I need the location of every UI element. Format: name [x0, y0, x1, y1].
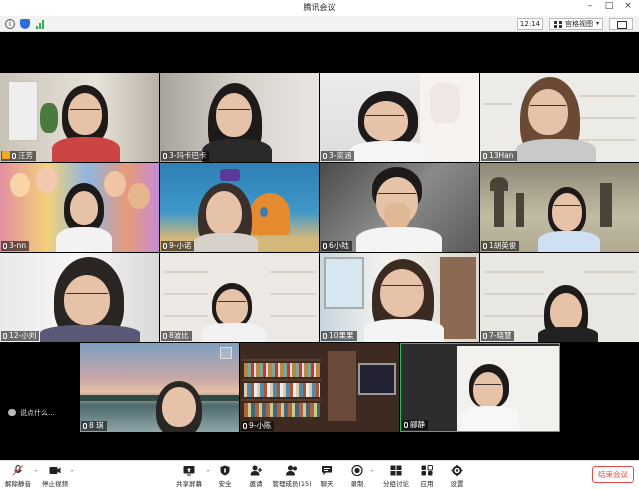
apps-grid-icon	[421, 465, 433, 476]
participant-label: 郦静	[402, 420, 428, 430]
manage-members-button[interactable]: 管理成员(15)	[272, 461, 312, 489]
apps-button[interactable]: 应用	[416, 461, 438, 489]
video-tile-active-speaker[interactable]: 郦静	[400, 343, 560, 432]
video-tile[interactable]: 3-玛卡巴卡	[160, 73, 319, 162]
record-options-arrow[interactable]: ^	[370, 461, 376, 489]
mic-icon	[483, 333, 487, 339]
minimize-icon[interactable]: –	[583, 1, 597, 11]
title-bar: 腾讯会议 – □ ×	[0, 0, 639, 16]
breakout-icon	[390, 465, 402, 476]
fullscreen-button[interactable]	[609, 18, 633, 30]
chevron-down-icon: ▾	[595, 20, 599, 27]
mic-icon	[323, 153, 327, 159]
video-tile[interactable]: 8波比	[160, 253, 319, 342]
participant-label: 3-玛卡巴卡	[161, 151, 210, 161]
video-tile[interactable]: 汪芳	[0, 73, 159, 162]
members-icon	[286, 465, 297, 476]
participant-label: 8波比	[161, 331, 192, 341]
end-meeting-button[interactable]: 结束会议	[592, 466, 634, 483]
share-screen-button[interactable]: 共享屏幕	[172, 461, 206, 489]
chevron-up-icon: ^	[370, 470, 375, 476]
maximize-icon[interactable]: □	[602, 1, 616, 11]
participant-label: 9-小陈	[241, 421, 275, 431]
video-tile[interactable]: 10果果	[320, 253, 479, 342]
participant-label: 6小陆	[321, 241, 352, 251]
video-tile[interactable]: 6小陆	[320, 163, 479, 252]
unmute-button[interactable]: 解除静音	[2, 461, 34, 489]
video-tile[interactable]: 1胡英俊	[480, 163, 639, 252]
meeting-toolbar: 解除静音 ^ 停止视频 ^ 共享屏幕 ^ 安全 邀请 管理成员(15) 聊天 录…	[0, 460, 639, 489]
chat-bubble-icon	[322, 466, 332, 475]
mic-icon	[243, 423, 247, 429]
share-options-arrow[interactable]: ^	[206, 461, 212, 489]
mic-icon	[12, 153, 16, 159]
mic-icon	[163, 243, 167, 249]
mic-icon	[483, 243, 487, 249]
view-mode-label: 宫格视图	[565, 20, 593, 28]
chevron-up-icon: ^	[70, 470, 75, 476]
mic-icon	[163, 333, 167, 339]
mic-icon	[323, 243, 327, 249]
video-tile[interactable]: 9-小诺	[160, 163, 319, 252]
record-button[interactable]: 录制	[346, 461, 368, 489]
signal-icon[interactable]	[36, 20, 45, 29]
mic-muted-icon	[12, 465, 24, 476]
status-bar: i 12:14 宫格视图 ▾	[0, 16, 639, 32]
participant-label: 7-晓慧	[481, 331, 515, 341]
mic-icon	[3, 243, 7, 249]
view-mode-selector[interactable]: 宫格视图 ▾	[549, 18, 603, 30]
video-tile[interactable]: 3-nn	[0, 163, 159, 252]
participant-label: 1胡英俊	[481, 241, 520, 251]
mic-icon	[483, 153, 487, 159]
video-tile[interactable]: 8 琪	[80, 343, 239, 432]
window-title: 腾讯会议	[303, 3, 336, 12]
meeting-window: 腾讯会议 – □ × i 12:14 宫格视图 ▾ 汪芳 3-玛卡巴卡 3-奕涵…	[0, 0, 639, 489]
shield-icon[interactable]	[20, 19, 30, 29]
participant-label: 10果果	[321, 331, 357, 341]
record-icon	[351, 465, 363, 476]
security-button[interactable]: 安全	[214, 461, 236, 489]
breakout-rooms-button[interactable]: 分组讨论	[380, 461, 412, 489]
video-tile[interactable]: 3-奕涵	[320, 73, 479, 162]
participant-label: 3-奕涵	[321, 151, 355, 161]
settings-button[interactable]: 设置	[446, 461, 468, 489]
chevron-up-icon: ^	[34, 470, 39, 476]
stop-video-button[interactable]: 停止视频	[40, 461, 70, 489]
meeting-timer: 12:14	[517, 18, 543, 30]
chat-button[interactable]: 聊天	[316, 461, 338, 489]
participant-label: 汪芳	[1, 151, 36, 161]
video-tile[interactable]: 7-晓慧	[480, 253, 639, 342]
close-icon[interactable]: ×	[621, 1, 635, 11]
invite-user-icon	[250, 465, 262, 476]
info-icon[interactable]: i	[5, 19, 15, 29]
participant-label: 12-小刘	[1, 331, 40, 341]
video-tile[interactable]: 13Han	[480, 73, 639, 162]
chevron-up-icon: ^	[206, 470, 211, 476]
mic-icon	[404, 422, 408, 428]
participant-label: 9-小诺	[161, 241, 195, 251]
mic-icon	[323, 333, 327, 339]
grid-icon	[554, 21, 562, 28]
host-icon	[2, 151, 10, 159]
mic-icon	[3, 333, 7, 339]
shield-icon	[220, 465, 230, 476]
video-tile[interactable]: 9-小陈	[240, 343, 399, 432]
gear-icon	[451, 465, 463, 476]
video-tile[interactable]: 12-小刘	[0, 253, 159, 342]
invite-button[interactable]: 邀请	[244, 461, 268, 489]
share-screen-icon	[183, 466, 195, 476]
participant-label: 3-nn	[1, 241, 29, 251]
chat-input-hint[interactable]: 说点什么...	[8, 407, 55, 419]
video-options-arrow[interactable]: ^	[70, 461, 76, 489]
participant-label: 8 琪	[81, 421, 107, 431]
video-camera-icon	[49, 467, 61, 474]
mic-icon	[163, 153, 167, 159]
mic-icon	[83, 423, 87, 429]
participant-label: 13Han	[481, 151, 517, 161]
